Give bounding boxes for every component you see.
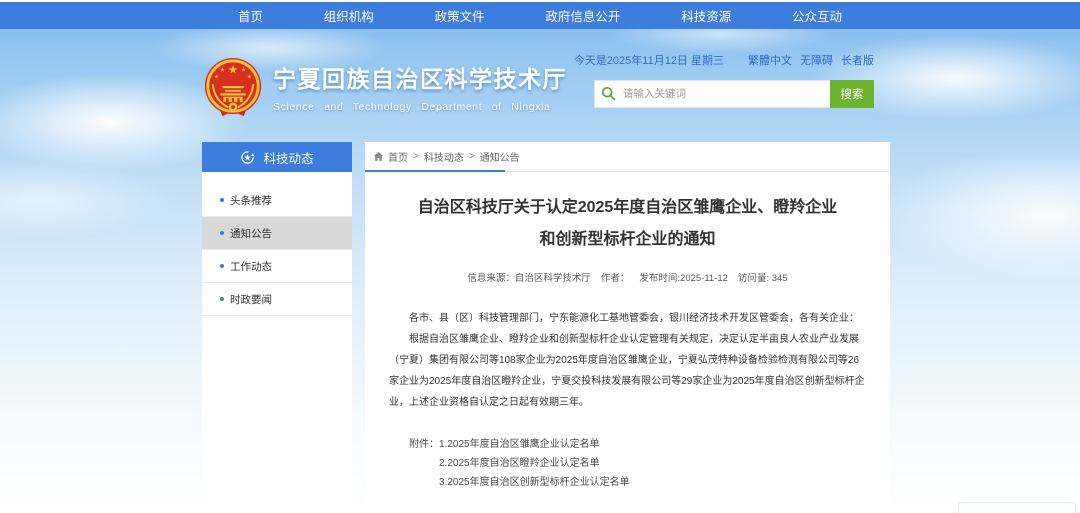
meta-visit-count: 访问量: 345 bbox=[738, 270, 788, 284]
sidebar-item-work-updates[interactable]: 工作动态 bbox=[202, 250, 352, 283]
attachments-label: 附件： bbox=[409, 435, 439, 492]
nav-item-resources[interactable]: 科技资源 bbox=[681, 6, 731, 25]
attachment-link-3[interactable]: 3.2025年度自治区创新型标杆企业认定名单 bbox=[439, 473, 630, 492]
search-input[interactable] bbox=[594, 80, 830, 108]
site-brand[interactable]: ★ ★ ★ ★ ★ 宁夏回族自治区科学技术厅 Science and Tech bbox=[202, 57, 567, 119]
top-navigation: 首页 组织机构 政策文件 政府信息公开 科技资源 公众互动 bbox=[0, 2, 1080, 29]
sidebar-item-label: 工作动态 bbox=[230, 259, 272, 274]
breadcrumb-home[interactable]: 首页 bbox=[388, 149, 408, 164]
site-subtitle: Science and Technology Department of Nin… bbox=[273, 101, 567, 113]
sidebar-item-label: 通知公告 bbox=[230, 226, 272, 241]
article-title: 自治区科技厅关于认定2025年度自治区雏鹰企业、瞪羚企业 和创新型标杆企业的通知 bbox=[389, 192, 866, 256]
sidebar-item-notices[interactable]: 通知公告 bbox=[202, 217, 352, 250]
search-bar: 搜索 bbox=[594, 80, 874, 108]
svg-text:★: ★ bbox=[214, 73, 219, 80]
sidebar-item-label: 头条推荐 bbox=[230, 193, 272, 208]
breadcrumb-separator: > bbox=[469, 151, 475, 162]
sidebar-item-label: 时政要闻 bbox=[230, 292, 272, 307]
bullet-dot-icon bbox=[220, 231, 224, 235]
article-meta: 信息来源：自治区科学技术厅 作者： 发布时间:2025-11-12 访问量: 3… bbox=[389, 270, 866, 284]
bullet-dot-icon bbox=[220, 264, 224, 268]
article-paragraph: 各市、县（区）科技管理部门，宁东能源化工基地管委会，银川经济技术开发区管委会，各… bbox=[389, 308, 866, 329]
bullet-dot-icon bbox=[220, 297, 224, 301]
article-title-line2: 和创新型标杆企业的通知 bbox=[389, 224, 866, 256]
svg-text:★: ★ bbox=[228, 63, 238, 76]
breadcrumb-current[interactable]: 通知公告 bbox=[480, 149, 520, 164]
sidebar-title-label: 科技动态 bbox=[263, 148, 313, 167]
svg-text:★: ★ bbox=[220, 67, 225, 74]
meta-author: 作者： bbox=[601, 270, 630, 284]
link-elder-version[interactable]: 长者版 bbox=[841, 52, 874, 68]
nav-item-organization[interactable]: 组织机构 bbox=[324, 6, 374, 25]
nav-item-interaction[interactable]: 公众互动 bbox=[792, 6, 842, 25]
breadcrumb-separator: > bbox=[413, 151, 419, 162]
main-panel: 首页 > 科技动态 > 通知公告 自治区科技厅关于认定2025年度自治区雏鹰企业… bbox=[365, 142, 890, 513]
meta-source: 信息来源：自治区科学技术厅 bbox=[467, 270, 591, 284]
national-emblem-logo: ★ ★ ★ ★ ★ bbox=[202, 57, 264, 119]
link-accessibility[interactable]: 无障碍 bbox=[800, 52, 833, 68]
svg-text:★: ★ bbox=[241, 67, 246, 74]
nav-item-gov-info[interactable]: 政府信息公开 bbox=[545, 6, 620, 25]
current-date: 今天是2025年11月12日 星期三 bbox=[574, 52, 724, 68]
home-icon bbox=[373, 151, 384, 162]
sidebar: 科技动态 头条推荐 通知公告 工作动态 时政要闻 bbox=[202, 142, 352, 513]
meta-publish-time: 发布时间:2025-11-12 bbox=[639, 270, 728, 284]
sidebar-item-current-affairs[interactable]: 时政要闻 bbox=[202, 283, 352, 316]
attachment-link-2[interactable]: 2.2025年度自治区瞪羚企业认定名单 bbox=[439, 454, 630, 473]
article-body: 各市、县（区）科技管理部门，宁东能源化工基地管委会，银川经济技术开发区管委会，各… bbox=[389, 308, 866, 413]
nav-item-home[interactable]: 首页 bbox=[238, 6, 263, 25]
site-title: 宁夏回族自治区科学技术厅 bbox=[273, 60, 567, 94]
nav-item-policy[interactable]: 政策文件 bbox=[435, 6, 485, 25]
site-header: ★ ★ ★ ★ ★ 宁夏回族自治区科学技术厅 Science and Tech bbox=[0, 29, 1080, 142]
bullet-dot-icon bbox=[220, 198, 224, 202]
search-button[interactable]: 搜索 bbox=[830, 80, 874, 108]
sidebar-item-headlines[interactable]: 头条推荐 bbox=[202, 184, 352, 217]
link-traditional-chinese[interactable]: 繁體中文 bbox=[748, 52, 792, 68]
attachment-link-1[interactable]: 1.2025年度自治区雏鹰企业认定名单 bbox=[439, 435, 630, 454]
breadcrumb: 首页 > 科技动态 > 通知公告 bbox=[365, 142, 890, 172]
search-icon bbox=[601, 86, 616, 101]
sidebar-title: 科技动态 bbox=[202, 142, 352, 172]
breadcrumb-section[interactable]: 科技动态 bbox=[424, 149, 464, 164]
svg-text:★: ★ bbox=[247, 73, 252, 80]
attachments-block: 附件： 1.2025年度自治区雏鹰企业认定名单 2.2025年度自治区瞪羚企业认… bbox=[389, 435, 866, 492]
article-title-line1: 自治区科技厅关于认定2025年度自治区雏鹰企业、瞪羚企业 bbox=[389, 192, 866, 224]
article-paragraph: 根据自治区雏鹰企业、瞪羚企业和创新型标杆企业认定管理有关规定，决定认定半亩良人农… bbox=[389, 329, 866, 413]
article: 自治区科技厅关于认定2025年度自治区雏鹰企业、瞪羚企业 和创新型标杆企业的通知… bbox=[365, 192, 890, 492]
floating-widget[interactable] bbox=[958, 502, 1076, 513]
star-circle-icon bbox=[240, 150, 255, 165]
